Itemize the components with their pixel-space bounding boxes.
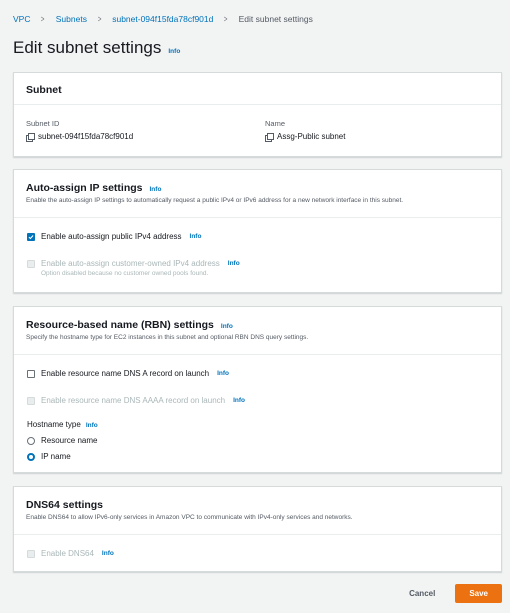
dns64-checkbox [27, 549, 35, 558]
dns-a-record-label: Enable resource name DNS A record on lau… [41, 369, 210, 378]
auto-assign-coip-checkbox-row: Enable auto-assign customer-owned IPv4 a… [27, 259, 240, 268]
dns64-settings-card: DNS64 settings Enable DNS64 to allow IPv… [13, 486, 502, 572]
hostname-ip-name-radio[interactable] [27, 452, 35, 461]
subnet-card-title: Subnet [26, 84, 62, 96]
auto-assign-coip-info-link[interactable]: Info [228, 260, 240, 267]
breadcrumb-subnets-link[interactable]: Subnets [56, 14, 87, 24]
breadcrumb-subnet-link[interactable]: subnet-094f15fda78cf901d [112, 14, 213, 24]
auto-assign-ipv4-label: Enable auto-assign public IPv4 address [41, 232, 182, 241]
cancel-button[interactable]: Cancel [409, 589, 435, 598]
auto-assign-ip-card: Auto-assign IP settings Info Enable the … [13, 169, 502, 293]
dns-a-record-info-link[interactable]: Info [217, 370, 229, 377]
auto-assign-coip-label: Enable auto-assign customer-owned IPv4 a… [41, 259, 220, 268]
page-info-link[interactable]: Info [168, 48, 180, 55]
hostname-ip-name-label: IP name [41, 452, 71, 461]
dns-a-record-checkbox[interactable] [27, 369, 35, 378]
hostname-type-info-link[interactable]: Info [86, 422, 98, 429]
check-icon [28, 234, 34, 239]
auto-assign-ip-info-link[interactable]: Info [150, 186, 162, 193]
dns64-settings-header: DNS64 settings Enable DNS64 to allow IPv… [14, 487, 501, 535]
breadcrumb-vpc-link[interactable]: VPC [13, 14, 30, 24]
auto-assign-coip-checkbox [27, 259, 35, 268]
page-title: Edit subnet settings [13, 38, 162, 57]
auto-assign-ipv4-checkbox-row[interactable]: Enable auto-assign public IPv4 address I… [27, 232, 201, 241]
dns64-label: Enable DNS64 [41, 549, 94, 558]
subnet-card-header: Subnet [14, 73, 501, 105]
name-value-row: Assg-Public subnet [265, 132, 346, 142]
auto-assign-ip-title: Auto-assign IP settings [26, 182, 143, 194]
dns-aaaa-record-label: Enable resource name DNS AAAA record on … [41, 396, 226, 405]
dns-a-record-checkbox-row[interactable]: Enable resource name DNS A record on lau… [27, 369, 229, 378]
subnet-card: Subnet Subnet ID subnet-094f15fda78cf901… [13, 72, 502, 157]
subnet-id-value: subnet-094f15fda78cf901d [38, 132, 134, 141]
chevron-right-icon: > [41, 14, 45, 24]
auto-assign-coip-note: Option disabled because no customer owne… [41, 270, 209, 277]
breadcrumb: VPC > Subnets > subnet-094f15fda78cf901d… [13, 13, 313, 25]
rbn-settings-card: Resource-based name (RBN) settings Info … [13, 306, 502, 473]
dns64-settings-title: DNS64 settings [26, 499, 104, 511]
auto-assign-ipv4-checkbox[interactable] [27, 232, 35, 241]
subnet-id-field: Subnet ID subnet-094f15fda78cf901d [26, 119, 134, 142]
breadcrumb-current: Edit subnet settings [238, 14, 313, 24]
hostname-resource-name-radio[interactable] [27, 436, 35, 445]
page-header: Edit subnet settings Info [13, 38, 180, 58]
dns-aaaa-record-info-link[interactable]: Info [233, 397, 245, 404]
rbn-settings-title: Resource-based name (RBN) settings [26, 319, 214, 331]
save-button[interactable]: Save [455, 584, 502, 603]
chevron-right-icon: > [224, 14, 228, 24]
hostname-type-label-row: Hostname type Info [27, 420, 98, 429]
rbn-settings-info-link[interactable]: Info [221, 323, 233, 330]
form-actions: Cancel Save [409, 584, 502, 603]
dns64-info-link[interactable]: Info [102, 550, 114, 557]
rbn-settings-header: Resource-based name (RBN) settings Info … [14, 307, 501, 355]
hostname-resource-name-radio-row[interactable]: Resource name [27, 436, 97, 445]
auto-assign-ipv4-info-link[interactable]: Info [190, 233, 202, 240]
hostname-ip-name-radio-row[interactable]: IP name [27, 452, 71, 461]
copy-icon[interactable] [265, 132, 274, 142]
auto-assign-ip-description: Enable the auto-assign IP settings to au… [26, 197, 404, 204]
chevron-right-icon: > [97, 14, 102, 24]
subnet-id-value-row: subnet-094f15fda78cf901d [26, 132, 134, 142]
name-value: Assg-Public subnet [277, 132, 346, 141]
copy-icon[interactable] [26, 132, 35, 142]
rbn-settings-description: Specify the hostname type for EC2 instan… [26, 334, 309, 341]
dns64-checkbox-row: Enable DNS64 Info [27, 549, 114, 558]
name-label: Name [265, 119, 286, 128]
name-field: Name Assg-Public subnet [265, 119, 346, 142]
auto-assign-ip-header: Auto-assign IP settings Info Enable the … [14, 170, 501, 218]
dns64-settings-description: Enable DNS64 to allow IPv6-only services… [26, 514, 353, 521]
subnet-id-label: Subnet ID [26, 119, 60, 128]
hostname-type-label: Hostname type [27, 420, 81, 429]
dns-aaaa-record-checkbox [27, 396, 35, 405]
dns-aaaa-record-checkbox-row: Enable resource name DNS AAAA record on … [27, 396, 245, 405]
hostname-resource-name-label: Resource name [41, 436, 98, 445]
